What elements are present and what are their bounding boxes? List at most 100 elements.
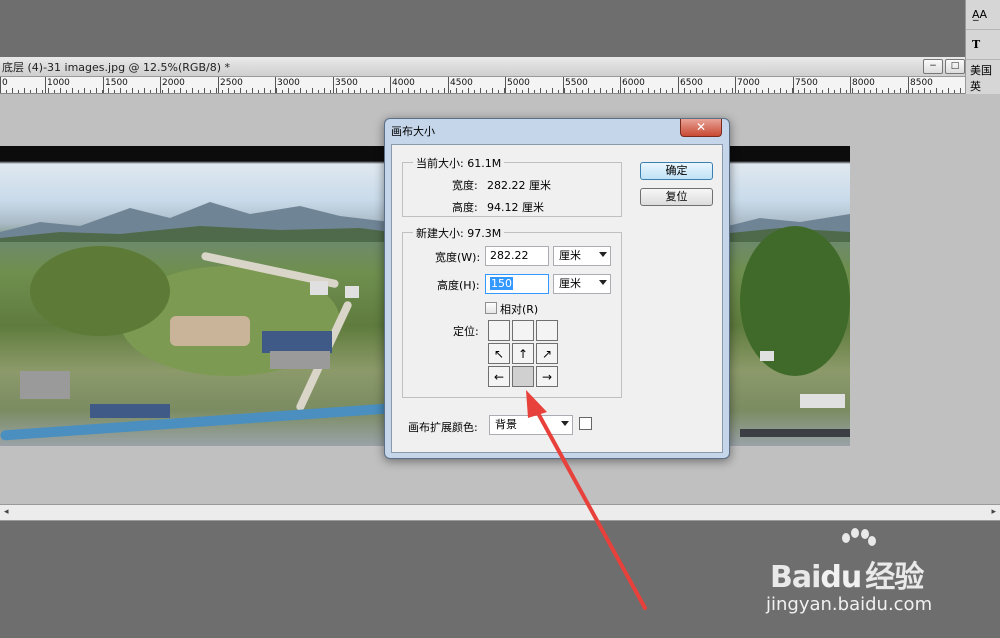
ruler-label: 6000	[622, 78, 645, 88]
ruler-tick	[450, 90, 451, 93]
type-row[interactable]: T	[966, 30, 1000, 60]
dialog-title: 画布大小	[391, 125, 435, 138]
ruler-tick	[366, 90, 367, 93]
ruler-label: 8500	[910, 78, 933, 88]
ruler-tick	[522, 90, 523, 93]
ruler-tick	[66, 90, 67, 93]
horizontal-scrollbar[interactable]: ◂ ▸	[0, 504, 1000, 521]
ruler-tick	[126, 90, 127, 93]
document-title: 底层 (4)-31 images.jpg @ 12.5%(RGB/8) *	[2, 60, 230, 74]
anchor-bottom-right[interactable]: →	[536, 366, 558, 387]
tracking-row[interactable]: A̲A	[966, 0, 1000, 30]
ruler-tick	[432, 88, 433, 93]
width-unit-select[interactable]: 厘米	[553, 246, 611, 266]
ruler-tick	[276, 88, 277, 93]
extension-color-swatch[interactable]	[579, 417, 592, 430]
ruler-label: 3500	[335, 78, 358, 88]
anchor-middle-center[interactable]: ↑	[512, 343, 534, 364]
ruler-tick	[870, 90, 871, 93]
ruler-tick	[354, 90, 355, 93]
relative-label[interactable]: 相对(R)	[500, 301, 538, 317]
extension-color-label: 画布扩展颜色:	[408, 421, 478, 434]
anchor-top-left[interactable]	[488, 320, 510, 341]
anchor-middle-right[interactable]: ↗	[536, 343, 558, 364]
anchor-top-center[interactable]	[512, 320, 534, 341]
ruler-tick	[786, 90, 787, 93]
ruler-tick	[240, 88, 241, 93]
ruler-tick	[924, 88, 925, 93]
ruler-tick	[192, 88, 193, 93]
ruler-tick	[216, 88, 217, 93]
ruler-tick	[750, 90, 751, 93]
ruler-tick	[864, 88, 865, 93]
restore-button[interactable]: □	[945, 59, 965, 74]
ruler-tick	[588, 88, 589, 93]
new-width-label: 宽度(W):	[435, 251, 481, 264]
ruler-tick	[486, 90, 487, 93]
ruler-label: 1000	[47, 78, 70, 88]
ruler-tick	[120, 88, 121, 93]
ruler-tick	[108, 88, 109, 93]
ruler-tick	[270, 90, 271, 93]
ruler-tick	[444, 88, 445, 93]
ruler-tick	[360, 88, 361, 93]
ruler-tick	[408, 88, 409, 93]
reset-button[interactable]: 复位	[640, 188, 713, 206]
ruler-tick	[222, 90, 223, 93]
tracking-icon: A̲A	[972, 8, 988, 21]
anchor-bottom-left[interactable]: ←	[488, 366, 510, 387]
close-icon[interactable]: ✕	[680, 119, 722, 137]
height-input[interactable]: 150	[485, 274, 549, 294]
ruler-tick	[378, 90, 379, 93]
ruler-tick	[684, 88, 685, 93]
extension-color-select[interactable]: 背景	[489, 415, 573, 435]
ruler-label: 4500	[450, 78, 473, 88]
ruler-tick	[954, 90, 955, 93]
ruler-tick	[834, 90, 835, 93]
ruler-tick	[654, 90, 655, 93]
chevron-down-icon	[599, 280, 607, 285]
ruler-tick	[510, 90, 511, 93]
width-input[interactable]: 282.22	[485, 246, 549, 266]
ruler-tick	[570, 90, 571, 93]
ruler-tick	[6, 90, 7, 93]
ruler-tick	[780, 88, 781, 93]
scroll-left-icon[interactable]: ◂	[4, 507, 9, 517]
ruler-tick	[24, 88, 25, 93]
character-panel: A̲A T 美国英	[965, 0, 1000, 98]
ruler-tick	[60, 88, 61, 93]
ruler-tick	[468, 88, 469, 93]
minimize-button[interactable]: −	[923, 59, 943, 74]
language-select[interactable]: 美国英	[966, 60, 1000, 96]
ruler-tick	[528, 88, 529, 93]
ruler-tick	[894, 90, 895, 93]
scroll-right-icon[interactable]: ▸	[991, 507, 996, 517]
height-unit-select[interactable]: 厘米	[553, 274, 611, 294]
ruler-tick	[582, 90, 583, 93]
ruler-tick	[636, 88, 637, 93]
ruler-tick	[558, 90, 559, 93]
anchor-top-right[interactable]	[536, 320, 558, 341]
ruler-tick	[54, 90, 55, 93]
ruler-tick	[822, 90, 823, 93]
anchor-bottom-center[interactable]	[512, 366, 534, 387]
canvas-size-dialog: 画布大小 ✕ 当前大小: 61.1M 宽度: 282.22 厘米 高度: 94.…	[384, 118, 730, 459]
relative-checkbox[interactable]	[485, 302, 497, 314]
ruler-tick	[336, 88, 337, 93]
ruler-tick	[576, 88, 577, 93]
ruler-label: 7500	[795, 78, 818, 88]
ruler-tick	[414, 90, 415, 93]
anchor-grid: ↖ ↑ ↗ ← →	[488, 320, 558, 388]
ruler-tick	[798, 90, 799, 93]
ruler-tick	[816, 88, 817, 93]
ruler-tick	[48, 88, 49, 93]
ruler-tick	[720, 88, 721, 93]
ruler-tick	[132, 88, 133, 93]
ok-button[interactable]: 确定	[640, 162, 713, 180]
ruler-major-tick	[160, 77, 161, 93]
ruler-tick	[234, 90, 235, 93]
ruler-tick	[732, 88, 733, 93]
ruler-major-tick	[563, 77, 564, 93]
ruler-tick	[426, 90, 427, 93]
anchor-middle-left[interactable]: ↖	[488, 343, 510, 364]
